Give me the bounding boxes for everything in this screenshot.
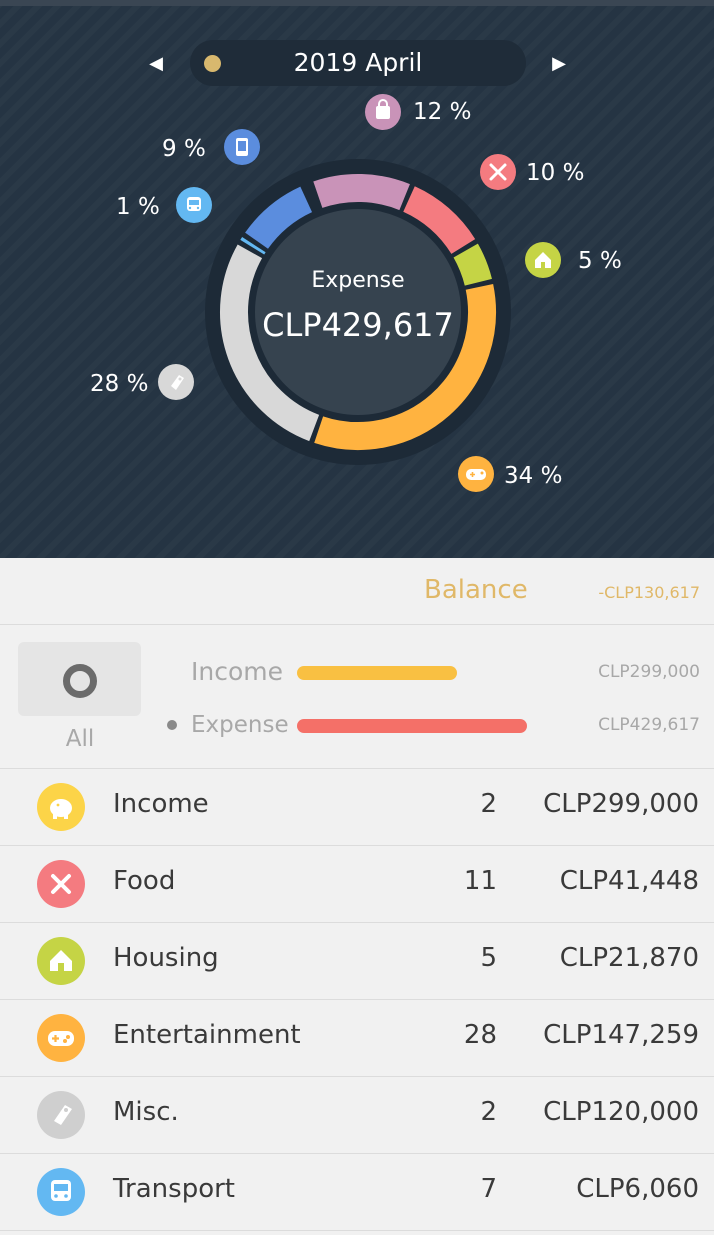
expense-indicator-dot [167, 720, 177, 730]
gamepad-icon [37, 1014, 85, 1062]
category-name: Food [113, 866, 176, 896]
category-count: 11 [463, 866, 497, 896]
misc-percent: 28 % [90, 371, 149, 397]
donut-segment-transport [240, 237, 266, 255]
category-amount: CLP299,000 [543, 789, 699, 819]
donut-segment-housing [453, 243, 492, 287]
expense-bar [297, 719, 527, 733]
category-amount: CLP6,060 [576, 1174, 699, 1204]
balance-value: -CLP130,617 [598, 583, 700, 602]
tag-icon[interactable] [158, 364, 194, 400]
donut-center-value: CLP429,617 [262, 306, 454, 344]
category-count: 7 [480, 1174, 497, 1204]
category-row-misc[interactable]: Misc. 2 CLP120,000 [0, 1077, 714, 1154]
shopping-percent: 12 % [413, 99, 472, 125]
chart-panel: ◀ 2019 April ▶ Expense CLP429,617 12 % 1… [0, 0, 714, 558]
income-bar [297, 666, 457, 680]
category-name: Entertainment [113, 1020, 301, 1050]
category-row-food[interactable]: Food 11 CLP41,448 [0, 846, 714, 923]
income-summary-label: Income [191, 657, 283, 686]
house-icon [37, 937, 85, 985]
all-filter-label: All [65, 726, 95, 752]
phone-icon[interactable] [224, 129, 260, 165]
category-row-housing[interactable]: Housing 5 CLP21,870 [0, 923, 714, 1000]
entertainment-percent: 34 % [504, 463, 563, 489]
fork-knife-icon[interactable] [480, 154, 516, 190]
bus-icon [37, 1168, 85, 1216]
category-amount: CLP147,259 [543, 1020, 699, 1050]
phone-percent: 9 % [162, 136, 206, 162]
expense-summary-value: CLP429,617 [598, 715, 700, 735]
transport-percent: 1 % [116, 194, 160, 220]
category-name: Income [113, 789, 209, 819]
food-percent: 10 % [526, 160, 585, 186]
housing-percent: 5 % [578, 248, 622, 274]
expense-summary-label: Expense [191, 712, 289, 738]
category-amount: CLP120,000 [543, 1097, 699, 1127]
income-summary-value: CLP299,000 [598, 662, 700, 682]
category-amount: CLP41,448 [559, 866, 699, 896]
category-name: Misc. [113, 1097, 179, 1127]
category-name: Housing [113, 943, 219, 973]
donut-center-title: Expense [311, 268, 405, 293]
category-count: 5 [480, 943, 497, 973]
bus-icon[interactable] [176, 187, 212, 223]
category-amount: CLP21,870 [559, 943, 699, 973]
piggy-bank-icon [37, 783, 85, 831]
tag-icon [37, 1091, 85, 1139]
fork-knife-icon [37, 860, 85, 908]
category-row-transport[interactable]: Transport 7 CLP6,060 [0, 1154, 714, 1231]
balance-label: Balance [424, 575, 528, 605]
category-name: Transport [113, 1174, 236, 1204]
category-count: 2 [480, 1097, 497, 1127]
category-row-income[interactable]: Income 2 CLP299,000 [0, 769, 714, 846]
house-icon[interactable] [525, 242, 561, 278]
category-row-entertainment[interactable]: Entertainment 28 CLP147,259 [0, 1000, 714, 1077]
ring-icon [63, 664, 97, 698]
category-count: 28 [463, 1020, 497, 1050]
donut-segment-shopping [313, 174, 410, 211]
gamepad-icon[interactable] [458, 456, 494, 492]
shopping-bag-icon[interactable] [365, 94, 401, 130]
category-count: 2 [480, 789, 497, 819]
